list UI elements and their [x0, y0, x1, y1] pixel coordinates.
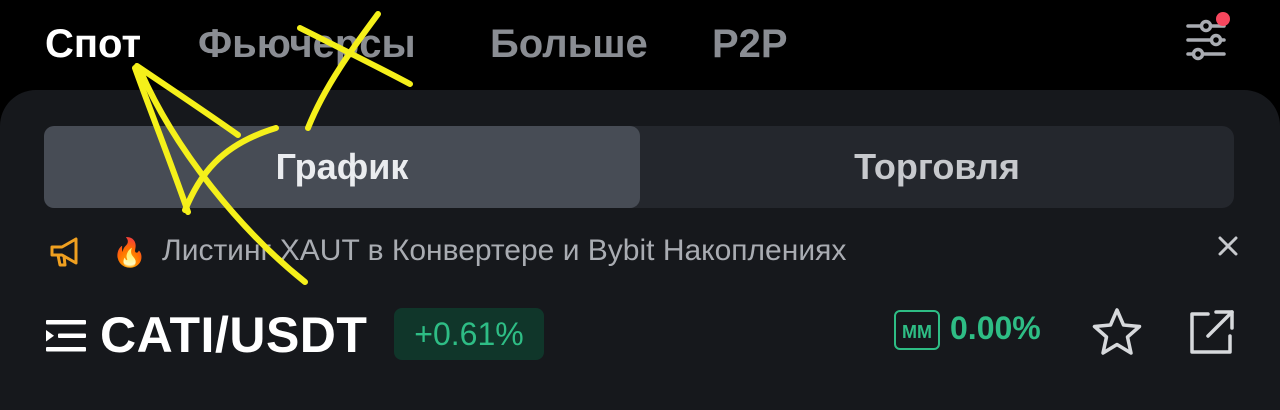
- top-navigation: Спот Фьючерсы Больше P2P: [0, 0, 1280, 92]
- favorite-star-icon[interactable]: [1088, 304, 1146, 362]
- tab-more[interactable]: Больше: [490, 22, 648, 67]
- announcement-text[interactable]: Листинг XAUT в Конвертере и Bybit Накопл…: [162, 234, 846, 268]
- tab-p2p[interactable]: P2P: [712, 22, 788, 67]
- close-icon[interactable]: [1212, 230, 1244, 262]
- share-external-icon[interactable]: [1184, 306, 1238, 360]
- mm-value: 0.00%: [950, 310, 1041, 346]
- price-change-badge: +0.61%: [394, 308, 544, 360]
- tab-futures[interactable]: Фьючерсы: [198, 22, 416, 67]
- notification-dot: [1216, 12, 1230, 26]
- trading-pair[interactable]: CATI/USDT: [100, 306, 367, 364]
- trade-tab[interactable]: Торговля: [640, 126, 1234, 208]
- tab-spot[interactable]: Спот: [45, 22, 141, 67]
- mm-badge: MM: [894, 310, 940, 350]
- view-switcher: График Торговля: [44, 126, 1234, 208]
- chart-tab[interactable]: График: [44, 126, 640, 208]
- pair-list-icon[interactable]: [44, 316, 90, 356]
- megaphone-icon: [50, 237, 78, 267]
- fire-emoji: 🔥: [112, 237, 147, 268]
- sliders-icon[interactable]: [1180, 12, 1240, 64]
